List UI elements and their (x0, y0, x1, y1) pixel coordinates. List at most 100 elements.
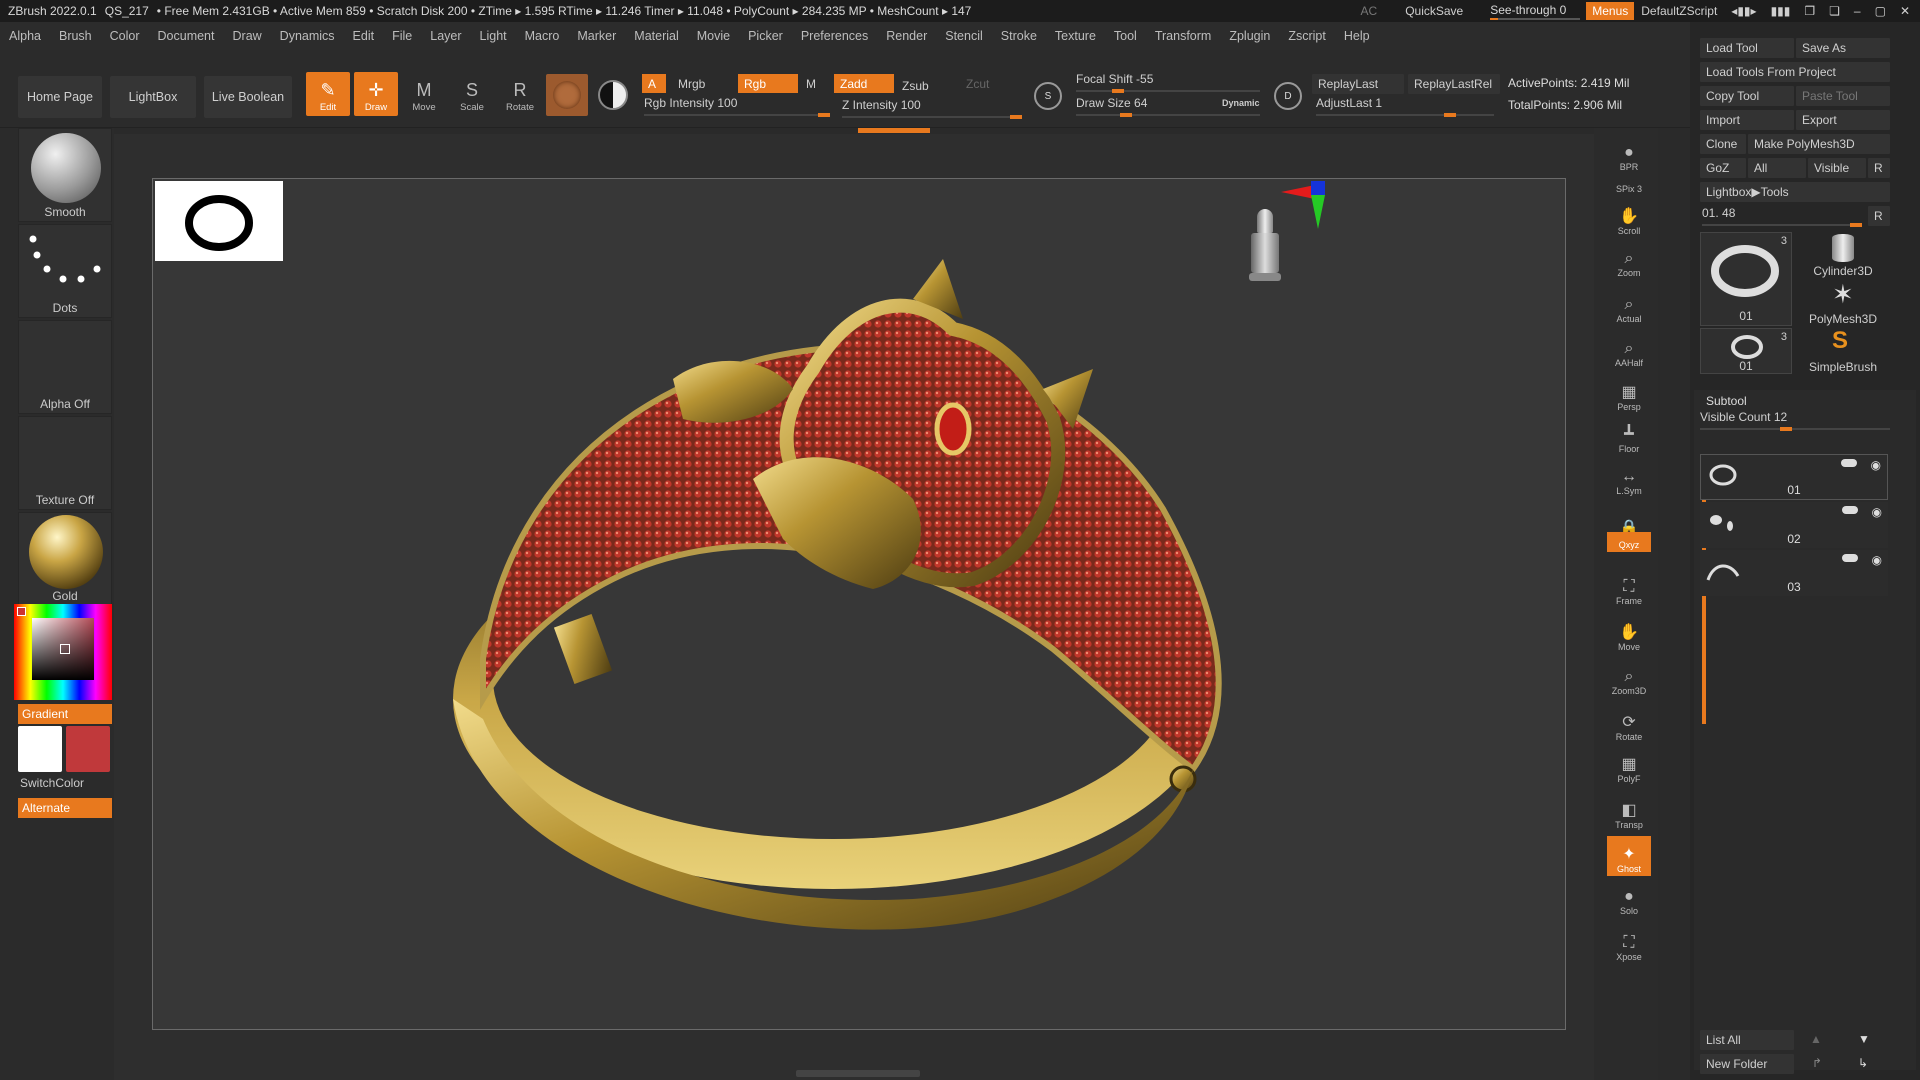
visible-count-slider[interactable]: Visible Count 12 (1700, 410, 1890, 431)
menu-alpha[interactable]: Alpha (0, 29, 50, 43)
rgb-intensity-slider[interactable]: Rgb Intensity 100 (644, 96, 830, 117)
shelf-actual-button[interactable]: ⌕ Actual (1607, 286, 1651, 326)
draw-mode-button[interactable]: ✛ Draw (354, 72, 398, 116)
main-color-swatch[interactable] (18, 726, 62, 772)
color-picker[interactable] (14, 604, 112, 700)
menu-color[interactable]: Color (101, 29, 149, 43)
menu-zscript[interactable]: Zscript (1279, 29, 1335, 43)
a-toggle[interactable]: A (642, 74, 666, 93)
bottom-tray-handle[interactable] (796, 1070, 920, 1077)
restore-icon[interactable]: ❏ (1822, 4, 1847, 18)
tool-thumb-cylinder3d[interactable]: Cylinder3D (1796, 232, 1890, 278)
menu-render[interactable]: Render (877, 29, 936, 43)
minimize-icon[interactable]: – (1847, 4, 1868, 18)
export-button[interactable]: Export (1796, 110, 1890, 130)
texture-slot[interactable]: Texture Off (18, 416, 112, 510)
shelf-ghost-button[interactable]: ✦ Ghost (1607, 836, 1651, 876)
subtool-toggle[interactable] (1841, 459, 1857, 467)
bracelet-model[interactable] (153, 179, 1567, 1031)
menu-texture[interactable]: Texture (1046, 29, 1105, 43)
dynamic-toggle[interactable]: Dynamic (1222, 98, 1260, 108)
see-through-slider[interactable]: See-through 0 (1484, 3, 1586, 20)
goz-visible-button[interactable]: Visible (1808, 158, 1866, 178)
interface-icon[interactable]: ▮▮▮ (1764, 4, 1798, 18)
subtool-row-01[interactable]: ◉ 01 (1700, 454, 1888, 500)
material-slot[interactable]: Gold (18, 512, 112, 606)
tool-thumb-01[interactable]: 3 01 (1700, 232, 1792, 326)
shelf-frame-button[interactable]: ⛶ Frame (1607, 568, 1651, 608)
menu-edit[interactable]: Edit (344, 29, 384, 43)
move-down-icon[interactable]: ↳ (1858, 1056, 1868, 1070)
rotate-mode-button[interactable]: R Rotate (498, 72, 542, 116)
shelf-qxyz-button[interactable]: Qxyz (1607, 532, 1651, 552)
maximize-icon[interactable]: ▢ (1868, 4, 1893, 18)
goz-button[interactable]: GoZ (1700, 158, 1746, 178)
m-toggle[interactable]: M (800, 74, 820, 93)
clone-button[interactable]: Clone (1700, 134, 1746, 154)
eye-icon[interactable]: ◉ (1872, 505, 1882, 519)
eye-icon[interactable]: ◉ (1871, 458, 1881, 472)
menu-draw[interactable]: Draw (224, 29, 271, 43)
stroke-slot[interactable]: Dots (18, 224, 112, 318)
menu-tool[interactable]: Tool (1105, 29, 1146, 43)
goz-r-button[interactable]: R (1868, 158, 1890, 178)
zcut-toggle[interactable]: Zcut (960, 74, 1000, 93)
shelf-polyf-button[interactable]: ▦ PolyF (1607, 746, 1651, 786)
shelf-zoom-button[interactable]: ⌕ Zoom (1607, 240, 1651, 280)
menu-material[interactable]: Material (625, 29, 687, 43)
new-folder-button[interactable]: New Folder (1700, 1054, 1794, 1074)
zsub-toggle[interactable]: Zsub (896, 76, 956, 95)
current-brush-button[interactable] (546, 74, 588, 116)
focal-shift-slider[interactable]: Focal Shift -55 (1076, 72, 1260, 93)
make-polymesh3d-button[interactable]: Make PolyMesh3D (1748, 134, 1890, 154)
menu-light[interactable]: Light (471, 29, 516, 43)
arrow-down-icon[interactable]: ▼ (1858, 1032, 1870, 1046)
subtool-row-03[interactable]: ◉ 03 (1700, 550, 1888, 596)
shelf-persp-button[interactable]: ▦ Persp (1607, 374, 1651, 414)
alpha-slot[interactable]: Alpha Off (18, 320, 112, 414)
default-zscript[interactable]: DefaultZScript (1634, 4, 1724, 18)
subtool-toggle[interactable] (1842, 554, 1858, 562)
shelf-floor-button[interactable]: ┻ Floor (1607, 416, 1651, 456)
tool-thumb-01b[interactable]: 3 01 (1700, 328, 1792, 374)
import-button[interactable]: Import (1700, 110, 1794, 130)
save-as-button[interactable]: Save As (1796, 38, 1890, 58)
menu-help[interactable]: Help (1335, 29, 1379, 43)
shelf-xpose-button[interactable]: ⛶ Xpose (1607, 924, 1651, 964)
shelf-zoom3d-button[interactable]: ⌕ Zoom3D (1607, 658, 1651, 698)
secondary-color-swatch[interactable] (66, 726, 110, 772)
menu-marker[interactable]: Marker (568, 29, 625, 43)
mode-sphere-icon[interactable] (598, 80, 628, 110)
shelf-rotate-button[interactable]: ⟳ Rotate (1607, 704, 1651, 744)
live-boolean-button[interactable]: Live Boolean (204, 76, 292, 118)
orientation-gizmo[interactable] (1245, 205, 1285, 295)
goz-all-button[interactable]: All (1748, 158, 1806, 178)
load-tool-button[interactable]: Load Tool (1700, 38, 1794, 58)
menu-brush[interactable]: Brush (50, 29, 101, 43)
gradient-button[interactable]: Gradient (18, 704, 112, 724)
shelf-transp-button[interactable]: ◧ Transp (1607, 792, 1651, 832)
tool-slider[interactable]: 01. 48 (1702, 206, 1862, 227)
shelf-bpr-button[interactable]: ● BPR (1607, 134, 1651, 174)
scale-mode-button[interactable]: S Scale (450, 72, 494, 116)
tool-thumb-polymesh3d[interactable]: ✶ PolyMesh3D (1796, 280, 1890, 326)
close-icon[interactable]: ✕ (1893, 4, 1920, 18)
mrgb-toggle[interactable]: Mrgb (672, 74, 738, 93)
copy-tool-button[interactable]: Copy Tool (1700, 86, 1794, 106)
subtool-row-02[interactable]: ◉ 02 (1700, 502, 1888, 548)
lightbox-button[interactable]: LightBox (110, 76, 196, 118)
menu-picker[interactable]: Picker (739, 29, 792, 43)
quicksave-button[interactable]: QuickSave (1398, 4, 1470, 18)
layout-icon[interactable]: ◂▮▮▸ (1724, 4, 1763, 18)
load-tools-from-project-button[interactable]: Load Tools From Project (1700, 62, 1890, 82)
menus-toggle[interactable]: Menus (1586, 2, 1635, 20)
shelf-scroll-button[interactable]: ✋ Scroll (1607, 198, 1651, 238)
menu-zplugin[interactable]: Zplugin (1220, 29, 1279, 43)
redo-icon[interactable]: ↱ (1812, 1056, 1822, 1070)
menu-file[interactable]: File (383, 29, 421, 43)
move-mode-button[interactable]: M Move (402, 72, 446, 116)
ac-toggle[interactable]: AC (1354, 4, 1385, 18)
shelf-move-button[interactable]: ✋ Move (1607, 614, 1651, 654)
menu-layer[interactable]: Layer (421, 29, 470, 43)
menu-dynamics[interactable]: Dynamics (271, 29, 344, 43)
